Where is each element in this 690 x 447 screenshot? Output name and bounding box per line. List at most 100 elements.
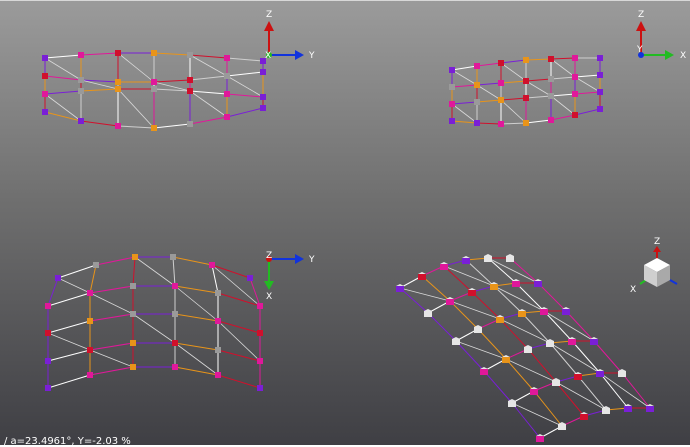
- mesh-edge: [525, 78, 552, 82]
- axis-z-label: Z: [266, 10, 272, 20]
- mesh-diagonal: [525, 80, 552, 97]
- view-cube-gizmo[interactable]: Z X: [630, 237, 678, 295]
- mesh-edge: [555, 381, 585, 417]
- mesh-node: [449, 101, 455, 107]
- mesh-node: [55, 275, 61, 281]
- mesh-node: [172, 311, 178, 317]
- mesh-diagonal: [451, 103, 478, 124]
- mesh-edge: [493, 285, 523, 314]
- mesh-edge: [89, 342, 134, 351]
- mesh-edge: [117, 125, 155, 129]
- mesh-node: [130, 311, 136, 317]
- mesh-node: [151, 50, 157, 56]
- mesh-edge: [95, 256, 136, 266]
- mesh-node: [257, 303, 263, 309]
- mesh-edge: [476, 62, 502, 67]
- view-top-right[interactable]: [449, 55, 603, 127]
- mesh-node: [597, 89, 603, 95]
- mesh-node: [215, 290, 221, 296]
- mesh-diagonal: [89, 292, 134, 315]
- mesh-diagonal: [117, 52, 155, 83]
- mesh-node: [215, 347, 221, 353]
- mesh-node: [224, 55, 230, 61]
- mesh-edge: [476, 122, 502, 125]
- mesh-node: [42, 91, 48, 97]
- mesh-node: [596, 371, 604, 377]
- mesh-edge: [533, 390, 563, 427]
- mesh-node: [224, 73, 230, 79]
- mesh-edge: [505, 358, 535, 392]
- mesh-diagonal: [117, 88, 155, 129]
- mesh-edge: [89, 264, 97, 294]
- mesh-edge: [571, 340, 601, 374]
- axis-x-label: X: [630, 285, 636, 295]
- mesh-node: [452, 339, 460, 345]
- mesh-edge: [455, 340, 485, 372]
- mesh-edge: [89, 366, 134, 376]
- mesh-edge: [226, 57, 264, 62]
- mesh-node: [646, 406, 654, 412]
- 3d-viewport[interactable]: Z X Y Z Y X Z Y X Z X / a=23.4961°, Y=-2…: [0, 0, 690, 447]
- mesh-edge: [80, 52, 119, 56]
- mesh-edge: [500, 80, 527, 84]
- mesh-node: [548, 76, 554, 82]
- mesh-node: [87, 318, 93, 324]
- mesh-edge: [172, 256, 213, 266]
- mesh-edge: [565, 310, 595, 342]
- mesh-edge: [57, 264, 97, 279]
- mesh-diagonal: [57, 277, 91, 294]
- mesh-node: [534, 281, 542, 287]
- mesh-node: [449, 84, 455, 90]
- scene-canvas[interactable]: Z X Y Z Y X Z Y X Z X: [0, 0, 690, 445]
- mesh-edge: [451, 65, 478, 71]
- mesh-node: [115, 86, 121, 92]
- mesh-edge: [574, 74, 601, 78]
- mesh-node: [418, 274, 426, 280]
- mesh-node: [260, 69, 266, 75]
- mesh-node: [130, 364, 136, 370]
- mesh-node: [187, 77, 193, 83]
- mesh-edge: [174, 313, 219, 322]
- mesh-node: [572, 112, 578, 118]
- mesh-node: [568, 339, 576, 345]
- mesh-edge: [525, 95, 552, 99]
- axis-z-label: Z: [638, 10, 644, 20]
- mesh-node: [260, 94, 266, 100]
- mesh-node: [187, 121, 193, 127]
- mesh-edge: [593, 340, 623, 374]
- mesh-node: [78, 88, 84, 94]
- mesh-node: [548, 56, 554, 62]
- mesh-node: [151, 79, 157, 85]
- mesh-edge: [217, 374, 261, 389]
- mesh-node: [209, 262, 215, 268]
- mesh-diagonal: [505, 358, 557, 383]
- mesh-node: [115, 123, 121, 129]
- view-top-left[interactable]: [42, 50, 266, 131]
- mesh-edge: [174, 366, 219, 376]
- mesh-node: [572, 74, 578, 80]
- mesh-edge: [44, 90, 82, 95]
- mesh-node: [115, 79, 121, 85]
- mesh-diagonal: [599, 372, 651, 409]
- axis-z-label: Z: [266, 251, 272, 261]
- mesh-node: [597, 55, 603, 61]
- mesh-node: [618, 371, 626, 377]
- mesh-node: [215, 372, 221, 378]
- mesh-node: [508, 401, 516, 407]
- mesh-node: [518, 311, 526, 317]
- mesh-diagonal: [132, 313, 176, 344]
- mesh-diagonal: [499, 318, 551, 344]
- mesh-node: [597, 106, 603, 112]
- mesh-diagonal: [443, 265, 495, 287]
- axis-gizmo-bottom-left: Z Y X: [264, 251, 315, 302]
- mesh-edge: [515, 282, 545, 312]
- view-bottom-left[interactable]: [45, 254, 263, 391]
- mesh-edge: [476, 99, 502, 103]
- view-bottom-right[interactable]: [396, 254, 654, 442]
- mesh-diagonal: [174, 342, 219, 376]
- mesh-edge: [172, 256, 176, 287]
- mesh-edge: [543, 310, 573, 342]
- mesh-edge: [471, 291, 501, 320]
- mesh-edge: [226, 93, 264, 98]
- mesh-node: [170, 254, 176, 260]
